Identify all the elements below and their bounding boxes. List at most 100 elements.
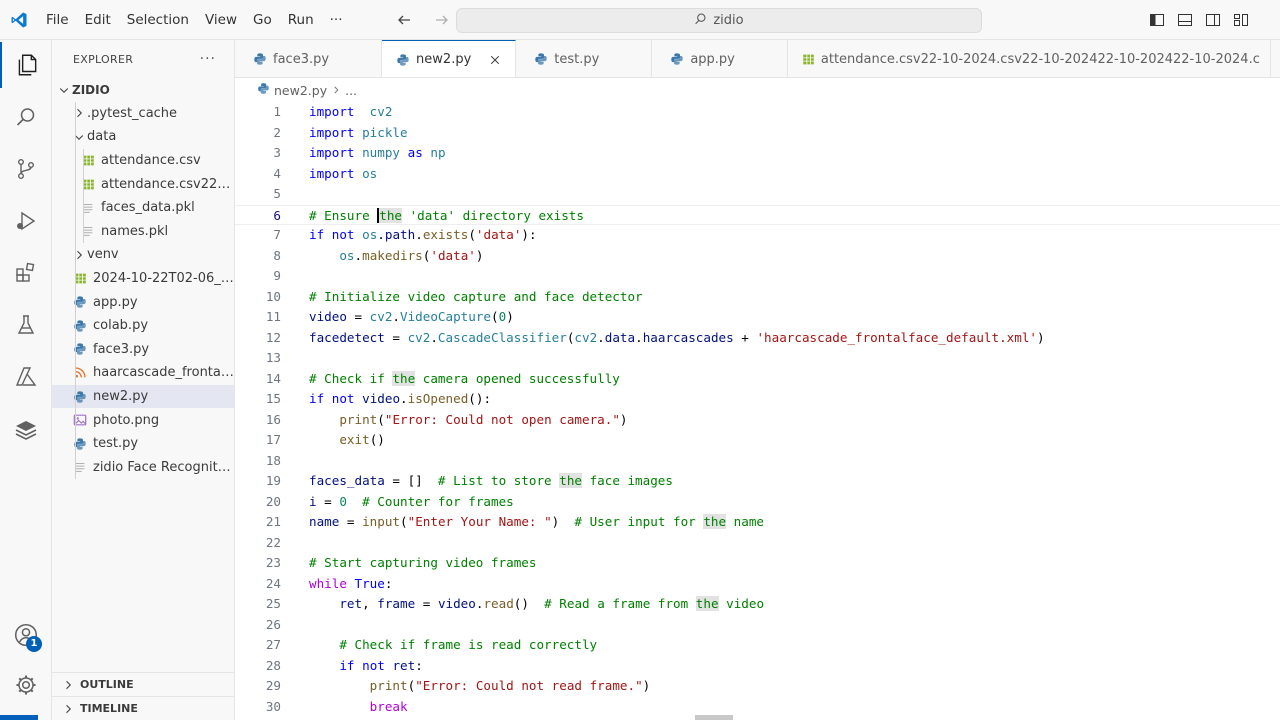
code-token: # Start capturing video frames [309, 555, 537, 570]
code-token: haarcascades [642, 329, 734, 345]
code-text: if not video.isOpened(): [309, 389, 491, 410]
explorer-icon[interactable] [0, 42, 52, 88]
code-line: 2 import pickle [235, 123, 1280, 144]
code-line: 9 [235, 266, 1280, 287]
code-text: facedetect = cv2.CascadeClassifier(cv2.d… [309, 328, 1045, 349]
line-number: 16 [265, 411, 281, 427]
menu-go[interactable]: Go [245, 0, 280, 40]
extensions-icon[interactable] [0, 250, 52, 296]
code-token: # Initialize video capture and face dete… [309, 288, 643, 304]
run-and-debug-icon[interactable] [0, 198, 52, 244]
explorer-more-actions-button[interactable]: ··· [200, 51, 216, 67]
tree-item-label: faces_data.pkl [101, 200, 195, 216]
code-line: 24 while True: [235, 574, 1280, 595]
horizontal-scrollbar[interactable] [695, 715, 733, 720]
menu-more[interactable]: ··· [322, 0, 351, 40]
forward-arrow-icon[interactable] [430, 8, 454, 32]
explorer-header: EXPLORER ··· [52, 40, 234, 78]
tree-file[interactable]: haarcascade_frontalfa... [52, 361, 234, 385]
customize-layout-icon[interactable] [1232, 11, 1250, 29]
layers-icon[interactable] [0, 406, 52, 452]
breadcrumb-file[interactable]: new2.py [274, 83, 327, 98]
tree-file[interactable]: app.py [52, 290, 234, 314]
python-file-icon [253, 52, 267, 66]
testing-icon[interactable] [0, 302, 52, 348]
code-line: 13 [235, 348, 1280, 369]
code-text: # Initialize video capture and face dete… [309, 287, 643, 308]
tree-file[interactable]: colab.py [52, 313, 234, 338]
tree-file[interactable]: zidio Face Recognitio... [52, 455, 234, 480]
close-icon[interactable] [489, 54, 501, 66]
code-token: ) [551, 514, 575, 529]
tree-file[interactable]: attendance.csv [52, 148, 234, 173]
menu-run[interactable]: Run [280, 0, 322, 40]
tree-file[interactable]: attendance.csv22-1... [52, 172, 234, 196]
tree-file[interactable]: 2024-10-22T02-06_ex... [52, 266, 234, 291]
line-number: 19 [265, 473, 281, 488]
code-token: the [703, 514, 727, 529]
code-token: = [316, 493, 340, 509]
code-token: data [604, 329, 636, 345]
workspace-root-folder[interactable]: ZIDIO [52, 78, 234, 102]
code-text: import os [309, 164, 377, 185]
editor-tab[interactable]: new2.py [382, 40, 517, 77]
code-token: if [309, 391, 325, 406]
command-center-search[interactable]: zidio [456, 8, 982, 33]
code-token: the [392, 370, 416, 386]
accounts-icon[interactable]: 1 [0, 612, 52, 658]
line-number: 13 [265, 350, 281, 365]
status-bar-remote-indicator[interactable] [0, 715, 38, 720]
toggle-panel-icon[interactable] [1176, 11, 1194, 29]
indent-guide [83, 148, 84, 173]
code-line: 15 if not video.isOpened(): [235, 389, 1280, 410]
code-token: if [309, 227, 325, 242]
toggle-secondary-sidebar-icon[interactable] [1204, 11, 1222, 29]
source-control-icon[interactable] [0, 146, 52, 192]
editor-tab[interactable]: test.py [516, 40, 653, 77]
code-text: name = input("Enter Your Name: ") # User… [309, 512, 764, 533]
code-token: pickle [362, 124, 408, 140]
indent-guide [75, 195, 76, 220]
outline-section[interactable]: OUTLINE [52, 672, 235, 696]
workspace-root-label: ZIDIO [72, 82, 110, 97]
tree-file[interactable]: names.pkl [52, 219, 234, 244]
line-number: 1 [273, 104, 281, 119]
line-number: 12 [265, 329, 281, 345]
editor-tab[interactable]: app.py [652, 40, 788, 77]
breadcrumb-symbols[interactable]: ... [345, 83, 357, 98]
tree-file[interactable]: new2.py [52, 384, 234, 409]
code-editor[interactable]: 1 import cv2 2 import pickle 3 import numpy a… [235, 102, 1280, 720]
tree-folder[interactable]: .pytest_cache [52, 101, 234, 126]
line-number: 4 [273, 165, 281, 181]
line-number: 7 [273, 227, 281, 242]
tree-folder[interactable]: data [52, 125, 234, 149]
timeline-section[interactable]: TIMELINE [52, 696, 235, 720]
azure-icon[interactable] [0, 354, 52, 400]
menu-edit[interactable]: Edit [77, 0, 119, 40]
tree-file[interactable]: face3.py [52, 337, 234, 362]
editor-tab[interactable]: face3.py [235, 40, 383, 77]
tree-file[interactable]: test.py [52, 431, 234, 456]
menu-file[interactable]: File [38, 0, 77, 40]
explorer-title: EXPLORER [73, 52, 134, 66]
editor-tab[interactable]: attendance.csv22-10-2024.csv22-10-202422… [788, 40, 1271, 77]
manage-gear-icon[interactable] [0, 662, 52, 708]
menu-view[interactable]: View [197, 0, 245, 40]
toggle-primary-sidebar-icon[interactable] [1148, 11, 1166, 29]
menu-selection[interactable]: Selection [119, 0, 197, 40]
back-arrow-icon[interactable] [392, 8, 416, 32]
code-text: print("Error: Could not read frame.") [309, 676, 651, 697]
tree-file[interactable]: photo.png [52, 408, 234, 432]
code-token: video [309, 309, 347, 324]
line-number: 14 [265, 370, 281, 386]
python-file-icon [396, 53, 410, 67]
csv-file-icon [802, 53, 815, 66]
tree-file[interactable]: faces_data.pkl [52, 195, 234, 220]
tree-folder[interactable]: venv [52, 243, 234, 267]
search-icon[interactable] [0, 94, 52, 140]
code-token: import [309, 165, 355, 181]
